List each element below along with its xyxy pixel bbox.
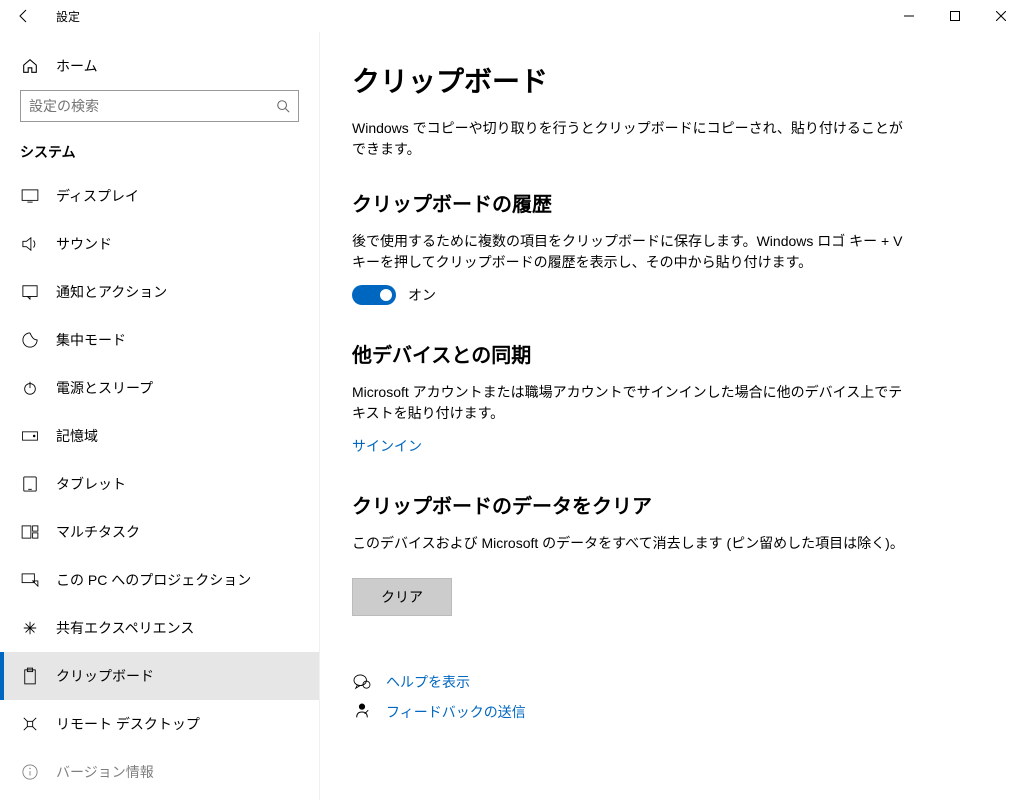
sidebar-item-power[interactable]: 電源とスリープ <box>0 364 319 412</box>
sidebar-item-focus[interactable]: 集中モード <box>0 316 319 364</box>
home-link[interactable]: ホーム <box>0 48 319 90</box>
history-toggle[interactable] <box>352 285 396 305</box>
sidebar-item-label: この PC へのプロジェクション <box>56 570 251 590</box>
power-icon <box>20 380 40 396</box>
signin-link[interactable]: サインイン <box>352 436 422 456</box>
multitask-icon <box>20 525 40 539</box>
sidebar-item-storage[interactable]: 記憶域 <box>0 412 319 460</box>
sidebar-item-projection[interactable]: この PC へのプロジェクション <box>0 556 319 604</box>
search-field[interactable] <box>29 98 276 114</box>
sound-icon <box>20 236 40 252</box>
sidebar-item-notifications[interactable]: 通知とアクション <box>0 268 319 316</box>
about-icon <box>20 764 40 780</box>
search-icon <box>276 99 290 113</box>
help-icon <box>352 674 372 690</box>
display-icon <box>20 189 40 203</box>
sidebar-item-remote[interactable]: リモート デスクトップ <box>0 700 319 748</box>
shared-icon <box>20 620 40 636</box>
history-toggle-label: オン <box>408 285 436 305</box>
page-title: クリップボード <box>352 60 984 100</box>
sidebar-item-label: 記憶域 <box>56 426 98 446</box>
page-intro: Windows でコピーや切り取りを行うとクリップボードにコピーされ、貼り付ける… <box>352 118 912 160</box>
feedback-icon <box>352 703 372 721</box>
sidebar-item-label: サウンド <box>56 234 112 254</box>
section-clear: クリップボードのデータをクリア このデバイスおよび Microsoft のデータ… <box>352 490 984 616</box>
home-icon <box>20 57 40 75</box>
sidebar-item-label: 電源とスリープ <box>56 378 153 398</box>
remote-icon <box>20 716 40 732</box>
sync-heading: 他デバイスとの同期 <box>352 339 984 368</box>
sidebar-group-label: システム <box>0 138 319 172</box>
sidebar-item-label: クリップボード <box>56 666 154 686</box>
sidebar-item-about[interactable]: バージョン情報 <box>0 748 319 796</box>
focus-icon <box>20 332 40 348</box>
sidebar-item-label: 共有エクスペリエンス <box>56 618 194 638</box>
back-button[interactable] <box>8 0 40 32</box>
section-history: クリップボードの履歴 後で使用するために複数の項目をクリップボードに保存します。… <box>352 188 984 305</box>
sync-desc: Microsoft アカウントまたは職場アカウントでサインインした場合に他のデバ… <box>352 382 912 424</box>
sidebar-item-multitask[interactable]: マルチタスク <box>0 508 319 556</box>
clipboard-icon <box>20 667 40 685</box>
window-controls <box>886 0 1024 32</box>
sidebar-item-shared[interactable]: 共有エクスペリエンス <box>0 604 319 652</box>
project-icon <box>20 573 40 587</box>
feedback-link[interactable]: フィードバックの送信 <box>386 702 526 722</box>
titlebar: 設定 <box>0 0 1024 32</box>
history-desc: 後で使用するために複数の項目をクリップボードに保存します。Windows ロゴ … <box>352 231 912 273</box>
tablet-icon <box>20 476 40 492</box>
sidebar-item-display[interactable]: ディスプレイ <box>0 172 319 220</box>
content-area: クリップボード Windows でコピーや切り取りを行うとクリップボードにコピー… <box>320 32 1024 800</box>
sidebar-item-tablet[interactable]: タブレット <box>0 460 319 508</box>
section-sync: 他デバイスとの同期 Microsoft アカウントまたは職場アカウントでサインイ… <box>352 339 984 456</box>
sidebar-item-clipboard[interactable]: クリップボード <box>0 652 319 700</box>
history-heading: クリップボードの履歴 <box>352 188 984 217</box>
clear-desc: このデバイスおよび Microsoft のデータをすべて消去します (ピン留めし… <box>352 533 912 554</box>
sidebar-item-label: ディスプレイ <box>56 186 139 206</box>
sidebar-item-label: バージョン情報 <box>56 762 154 782</box>
notification-icon <box>20 284 40 300</box>
clear-button[interactable]: クリア <box>352 578 452 616</box>
sidebar-item-label: 集中モード <box>56 330 126 350</box>
clear-heading: クリップボードのデータをクリア <box>352 490 984 519</box>
maximize-button[interactable] <box>932 0 978 32</box>
sidebar-item-label: 通知とアクション <box>56 282 167 302</box>
sidebar-item-label: リモート デスクトップ <box>56 714 200 734</box>
sidebar-item-label: タブレット <box>56 474 126 494</box>
sidebar-item-label: マルチタスク <box>56 522 140 542</box>
search-input[interactable] <box>20 90 299 122</box>
storage-icon <box>20 431 40 441</box>
sidebar: ホーム システム ディスプレイ サウンド 通知とアクション 集中モード <box>0 32 320 800</box>
home-label: ホーム <box>56 56 98 76</box>
help-link[interactable]: ヘルプを表示 <box>386 672 470 692</box>
close-button[interactable] <box>978 0 1024 32</box>
minimize-button[interactable] <box>886 0 932 32</box>
sidebar-item-sound[interactable]: サウンド <box>0 220 319 268</box>
app-title: 設定 <box>56 8 80 25</box>
